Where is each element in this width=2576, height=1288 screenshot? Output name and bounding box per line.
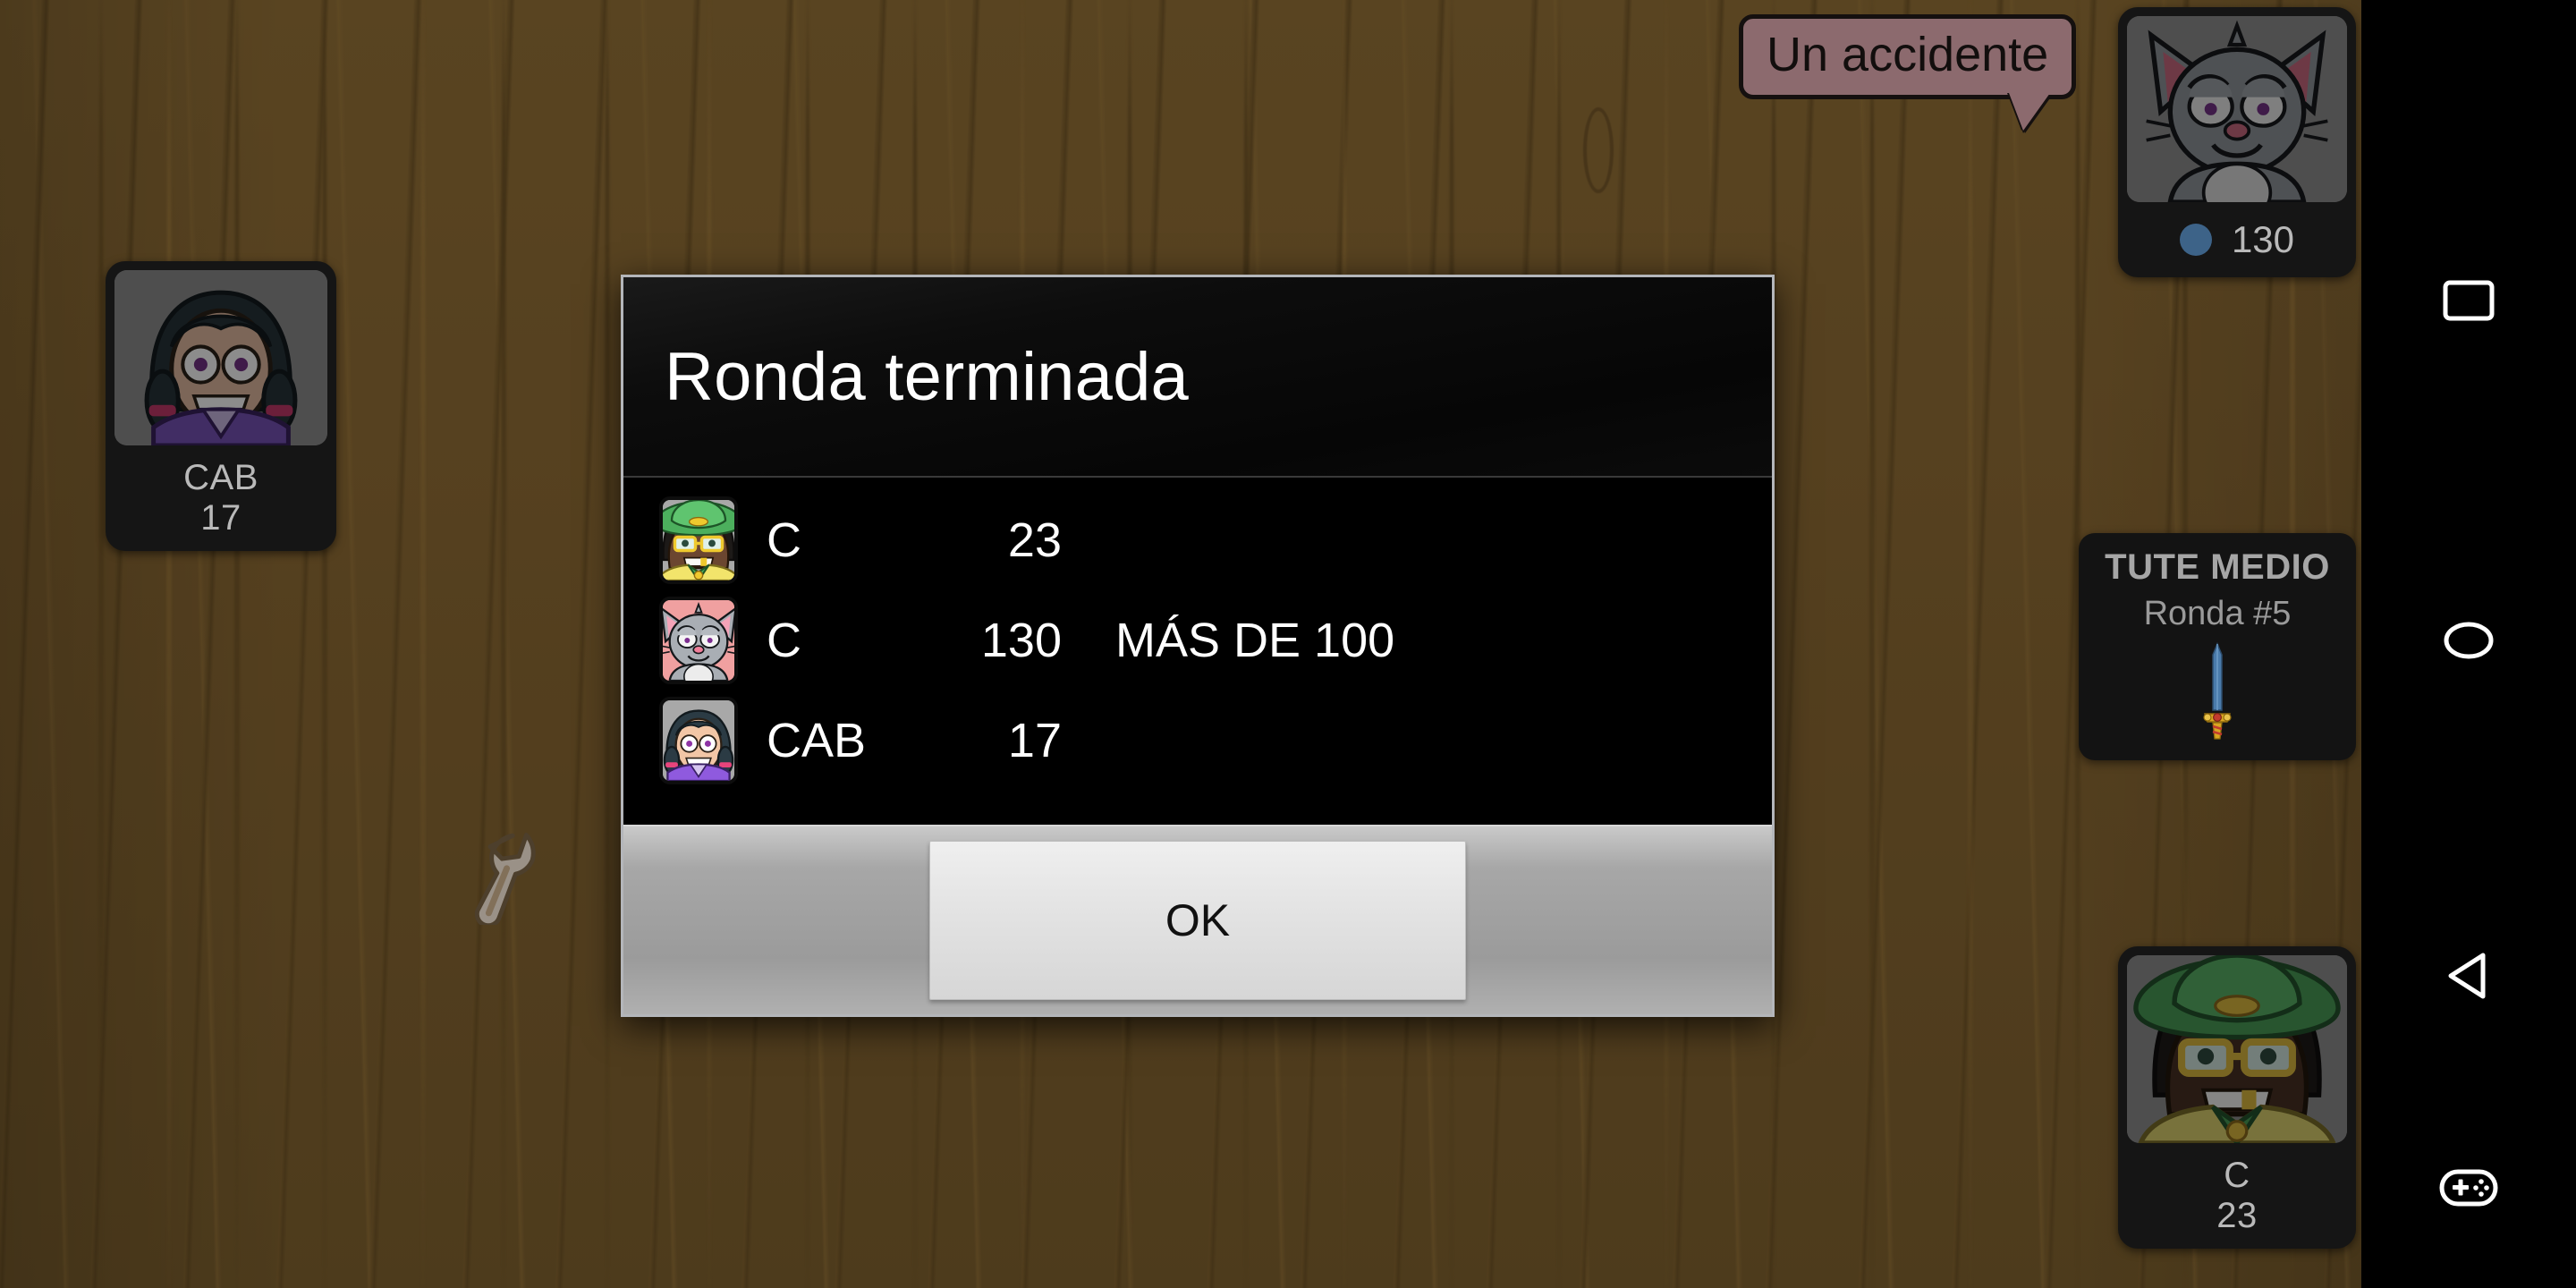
speech-bubble-text: Un accidente [1767, 28, 2049, 81]
speech-bubble: Un accidente [1739, 14, 2077, 99]
round-label: Ronda #5 [2143, 595, 2292, 632]
green-hat-avatar [659, 496, 738, 584]
player-card-bottom-right[interactable]: C 23 [2118, 946, 2356, 1249]
table-row: C 130 MÁS DE 100 [659, 590, 1772, 691]
result-player-score: 23 [1007, 513, 1062, 567]
home-circle-icon[interactable] [2440, 617, 2497, 664]
player-card-meta: C 23 [2118, 1152, 2356, 1249]
player-card-meta: CAB 17 [106, 454, 336, 551]
result-player-score: 130 [980, 614, 1062, 667]
player-card-meta: 130 [2118, 211, 2356, 277]
player-card-portrait-wrap [2118, 7, 2356, 211]
gray-cat-avatar [2127, 16, 2347, 202]
result-player-name: C [767, 513, 801, 567]
player-name: C [2224, 1156, 2250, 1195]
game-info-panel: TUTE MEDIO Ronda #5 [2079, 533, 2356, 760]
result-player-score: 17 [1007, 714, 1062, 767]
player-card-left[interactable]: CAB 17 [106, 261, 336, 551]
player-card-portrait-wrap [2118, 946, 2356, 1152]
app-screen: CAB 17 Un accidente 130 TUTE MEDIO Ronda… [0, 0, 2576, 1288]
result-player-note: MÁS DE 100 [1115, 614, 1395, 667]
girl-braids-avatar [114, 270, 327, 445]
round-results-list: C 23 C 130 MÁS DE 100 CAB 17 [623, 478, 1772, 825]
dialog-title: Ronda terminada [665, 338, 1190, 415]
player-card-top-right[interactable]: 130 [2118, 7, 2356, 277]
recents-square-icon[interactable] [2440, 277, 2497, 327]
dialog-footer: OK [623, 825, 1772, 1014]
green-hat-avatar [2127, 955, 2347, 1143]
result-player-name: C [767, 614, 801, 667]
table-row: CAB 17 [659, 691, 1772, 791]
player-score: 17 [200, 497, 242, 538]
gray-cat-avatar [659, 597, 738, 684]
ok-button[interactable]: OK [929, 841, 1466, 1000]
game-mode-label: TUTE MEDIO [2105, 547, 2330, 587]
girl-braids-avatar [659, 697, 738, 784]
android-navigation-bar [2361, 0, 2576, 1288]
back-triangle-icon[interactable] [2442, 948, 2496, 1004]
player-card-portrait-wrap [106, 261, 336, 454]
dialog-title-bar: Ronda terminada [623, 277, 1772, 478]
gamepad-icon[interactable] [2436, 1163, 2501, 1211]
round-finished-dialog: Ronda terminada C 23 C 130 MÁS DE 100 CA… [621, 275, 1775, 1017]
sword-icon [2079, 639, 2356, 750]
player-name: CAB [183, 458, 258, 497]
table-row: C 23 [659, 490, 1772, 590]
result-player-name: CAB [767, 714, 867, 767]
player-score: 130 [2231, 218, 2295, 260]
wrench-icon[interactable] [445, 832, 561, 928]
player-score: 23 [2216, 1195, 2258, 1235]
turn-dot-icon [2179, 224, 2212, 256]
